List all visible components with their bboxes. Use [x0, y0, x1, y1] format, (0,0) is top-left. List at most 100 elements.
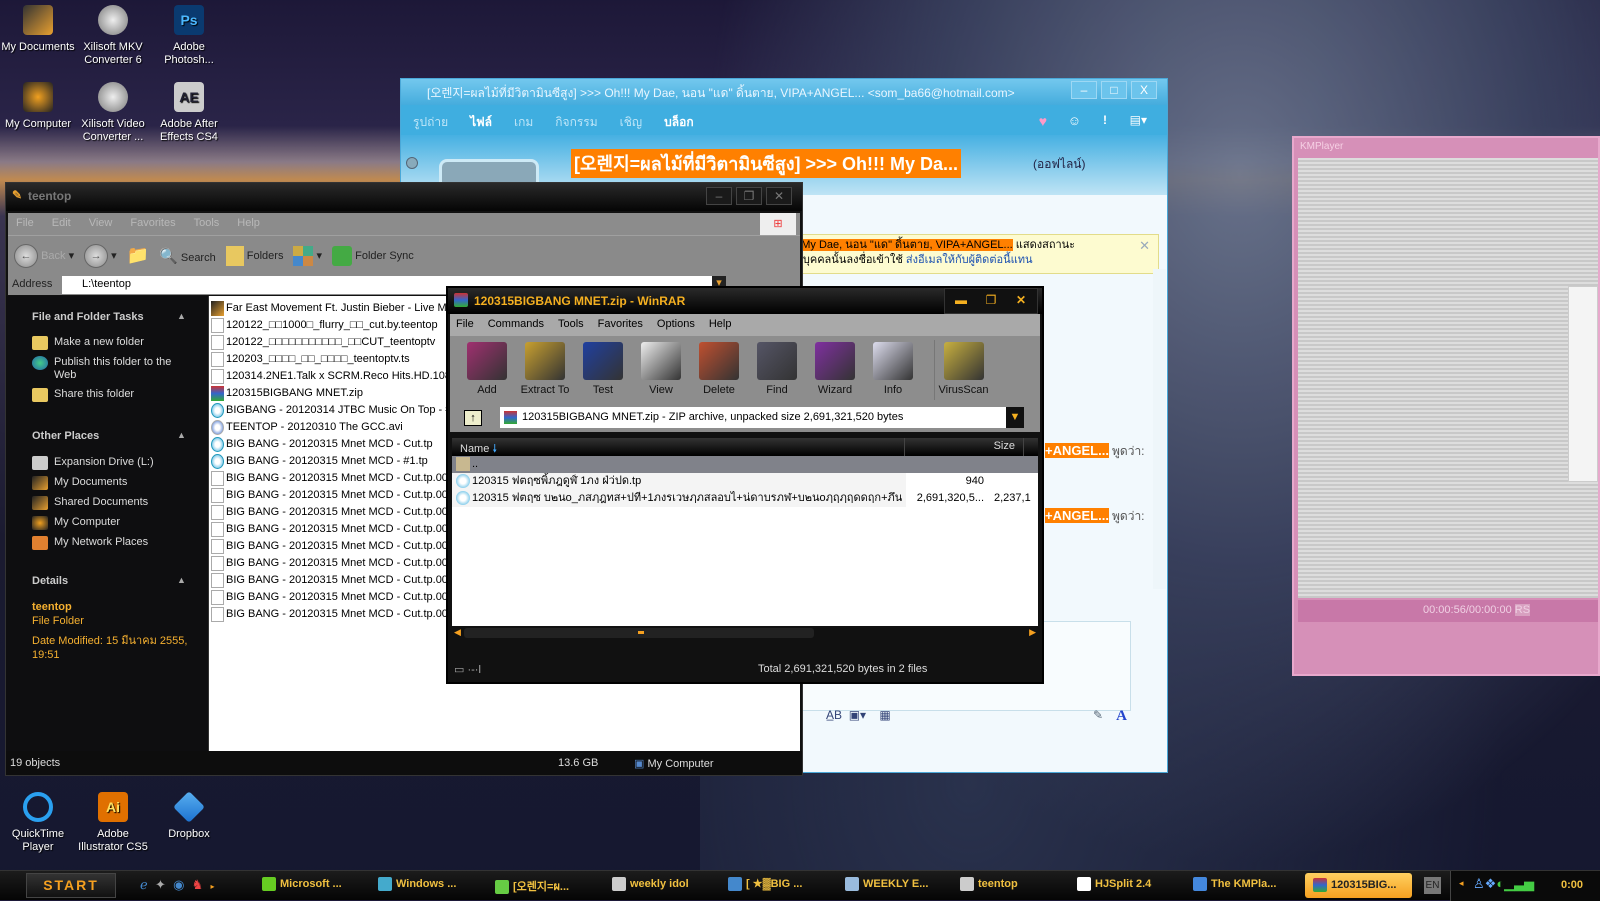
menu-tools[interactable]: Tools	[194, 217, 220, 231]
path-dropdown[interactable]: ▼	[1006, 407, 1024, 428]
nav-files[interactable]: ไฟล์	[470, 113, 492, 129]
file-row[interactable]: 120315BIGBANG MNET.zip	[211, 385, 363, 402]
file-row[interactable]: BIG BANG - 20120315 Mnet MCD - Cut.tp.00…	[211, 606, 454, 623]
task-publish-web[interactable]: Publish this folder to the Web	[32, 356, 202, 382]
menu-favorites[interactable]: Favorites	[598, 318, 643, 332]
desktop-icon-my-computer[interactable]: My Computer	[0, 82, 76, 131]
collapse-icon[interactable]: ▲	[177, 311, 186, 321]
place-my-computer[interactable]: My Computer	[32, 516, 202, 530]
menu-file[interactable]: File	[456, 318, 474, 332]
alert-icon[interactable]: !	[1103, 113, 1107, 127]
dropbox-tray-icon[interactable]: ❖	[1485, 876, 1497, 891]
desktop-icon-my-documents[interactable]: My Documents	[0, 5, 76, 54]
forward-button[interactable]: → ▾	[84, 243, 117, 268]
taskbar-item[interactable]: [ ★▓BIG ...	[728, 877, 802, 892]
minimize-button[interactable]: –	[1071, 81, 1097, 99]
menu-tools[interactable]: Tools	[558, 318, 584, 332]
close-button[interactable]: X	[1131, 81, 1157, 99]
video-area[interactable]	[1298, 158, 1598, 598]
place-shared-documents[interactable]: Shared Documents	[32, 496, 202, 510]
emoticon-icon[interactable]: ☺	[1068, 113, 1081, 128]
up-folder-button[interactable]: ↑	[464, 410, 482, 426]
desktop-icon-quicktime[interactable]: QuickTime Player	[0, 792, 76, 854]
minimize-button[interactable]: –	[706, 187, 732, 205]
menu-edit[interactable]: Edit	[52, 217, 71, 231]
taskbar-item[interactable]: Windows ...	[378, 877, 456, 891]
restore-button[interactable]: ❐	[978, 292, 1004, 310]
toolbar-extract-to-button[interactable]: Extract To	[516, 340, 574, 400]
background-icon[interactable]: ▦	[879, 708, 890, 722]
file-row[interactable]: 120122_□□□□□□□□□□□_□□CUT_teentoptv	[211, 334, 435, 351]
archive-row[interactable]: 120315 ฟตฤซ บ๒นo_ภสฦฎทส+ปที+1ภงรเวษฦภสลอ…	[452, 490, 1038, 507]
file-row[interactable]: BIG BANG - 20120315 Mnet MCD - Cut.tp.00…	[211, 470, 454, 487]
file-row[interactable]: BIG BANG - 20120315 Mnet MCD - Cut.tp.00…	[211, 521, 454, 538]
font-icon[interactable]: A	[1116, 708, 1127, 725]
toolbar-find-button[interactable]: Find	[748, 340, 806, 400]
taskbar-item[interactable]: weekly idol	[612, 877, 689, 891]
send-email-link[interactable]: ส่งอีเมลให้กับผู้ติดต่อนี้แทน	[906, 254, 1033, 266]
heart-icon[interactable]: ♥	[1039, 113, 1047, 129]
menu-commands[interactable]: Commands	[488, 318, 544, 332]
file-row[interactable]: BIG BANG - 20120315 Mnet MCD - Cut.tp.00…	[211, 555, 454, 572]
file-row[interactable]: BIG BANG - 20120315 Mnet MCD - Cut.tp.00…	[211, 504, 454, 521]
maximize-button[interactable]: □	[1101, 81, 1127, 99]
folders-button[interactable]: Folders	[225, 245, 283, 266]
task-share-folder[interactable]: Share this folder	[32, 388, 202, 402]
file-row[interactable]: BIG BANG - 20120315 Mnet MCD - Cut.tp.00…	[211, 538, 454, 555]
file-row[interactable]: 120314.2NE1.Talk x SCRM.Reco Hits.HD.108…	[211, 368, 457, 385]
close-notice-icon[interactable]: ✕	[1139, 238, 1150, 253]
desktop-icon-xilisoft-video[interactable]: Xilisoft Video Converter ...	[75, 82, 151, 144]
toolbar-delete-button[interactable]: Delete	[690, 340, 748, 400]
cursor-tool-icon[interactable]: ✦	[155, 877, 166, 892]
folder-sync-button[interactable]: Folder Sync	[332, 245, 414, 266]
toolbar-add-button[interactable]: Add	[458, 340, 516, 400]
taskbar-item[interactable]: Microsoft ...	[262, 877, 342, 891]
quick-launch-expand[interactable]: ▸	[211, 882, 215, 891]
file-row[interactable]: TEENTOP - 20120310 The GCC.avi	[211, 419, 403, 436]
minimize-button[interactable]: ▬	[948, 292, 974, 310]
place-my-documents[interactable]: My Documents	[32, 476, 202, 490]
menu-favorites[interactable]: Favorites	[130, 217, 175, 231]
back-button[interactable]: ← Back ▾	[14, 243, 74, 268]
handwriting-icon[interactable]: ✎	[1093, 708, 1103, 722]
toolbar-view-button[interactable]: View	[632, 340, 690, 400]
ie-icon[interactable]: ℯ	[140, 877, 148, 892]
taskbar-item[interactable]: 120315BIG...	[1305, 873, 1412, 898]
nav-invite[interactable]: เชิญ	[620, 113, 642, 129]
file-row[interactable]: BIG BANG - 20120315 Mnet MCD - Cut.tp.00…	[211, 487, 454, 504]
app-icon[interactable]: ♞	[192, 877, 204, 892]
close-button[interactable]: ✕	[766, 187, 792, 205]
nav-blog[interactable]: บล็อก	[664, 113, 693, 129]
user-icon[interactable]: ♙	[1473, 876, 1485, 891]
column-size[interactable]: Size	[904, 438, 1024, 456]
menu-view[interactable]: View	[89, 217, 113, 231]
taskbar-item[interactable]: HJSplit 2.4	[1077, 877, 1151, 891]
views-button[interactable]: ▾	[293, 245, 322, 266]
desktop-icon-photoshop[interactable]: Ps Adobe Photosh...	[151, 5, 227, 67]
file-row[interactable]: BIGBANG - 20120314 JTBC Music On Top - #	[211, 402, 451, 419]
file-row[interactable]: BIG BANG - 20120315 Mnet MCD - #1.tp	[211, 453, 428, 470]
horizontal-scrollbar[interactable]: ◀ ▶	[452, 626, 1038, 640]
toolbar-test-button[interactable]: Test	[574, 340, 632, 400]
taskbar-item[interactable]: WEEKLY E...	[845, 877, 928, 891]
file-row[interactable]: 120203_□□□□_□□_□□□□_teentoptv.ts	[211, 351, 410, 368]
taskbar-item[interactable]: teentop	[960, 877, 1018, 891]
toolbar-wizard-button[interactable]: Wizard	[806, 340, 864, 400]
search-button[interactable]: 🔍 Search	[159, 247, 216, 265]
collapse-icon[interactable]	[406, 157, 418, 169]
taskbar-item[interactable]: The KMPla...	[1193, 877, 1276, 891]
media-player-icon[interactable]: ◉	[173, 877, 184, 892]
file-row[interactable]: BIG BANG - 20120315 Mnet MCD - Cut.tp.00…	[211, 589, 454, 606]
collapse-icon[interactable]: ▲	[177, 430, 186, 440]
desktop-icon-xilisoft-mkv[interactable]: Xilisoft MKV Converter 6	[75, 5, 151, 67]
file-row[interactable]: BIG BANG - 20120315 Mnet MCD - Cut.tp.00…	[211, 572, 454, 589]
toolbar-info-button[interactable]: Info	[864, 340, 922, 400]
spellcheck-icon[interactable]: A̲B	[826, 708, 842, 722]
menu-help[interactable]: Help	[709, 318, 732, 332]
toolbar-virusscan-button[interactable]: VirusScan	[934, 340, 992, 400]
taskbar-item[interactable]: [오렌지=ผ...	[495, 877, 569, 895]
start-button[interactable]: START	[26, 873, 116, 898]
task-new-folder[interactable]: Make a new folder	[32, 336, 202, 350]
file-row[interactable]: BIG BANG - 20120315 Mnet MCD - Cut.tp	[211, 436, 433, 453]
nav-games[interactable]: เกม	[514, 113, 533, 129]
